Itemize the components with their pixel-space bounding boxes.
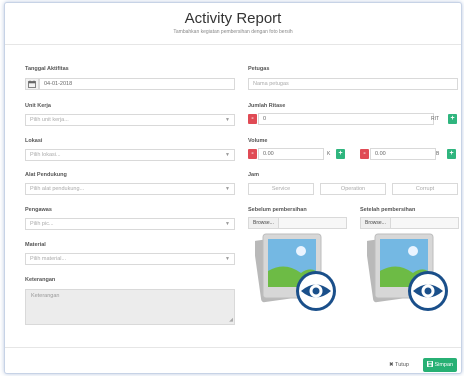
petugas-input[interactable]: Nama petugas [248,78,458,90]
setelah-label: Setelah pembersihan [360,207,416,213]
modal-footer: ✖ Tutup Simpan [5,347,461,375]
resize-handle-icon[interactable]: ◢ [229,317,233,323]
calendar-icon[interactable] [25,78,39,90]
chevron-down-icon: ▼ [225,221,230,227]
tanggal-label: Tanggal Aktifitas [25,66,69,72]
modal-title: Activity Report [184,10,282,27]
material-label: Material [25,242,46,248]
material-select[interactable]: Pilih material... ▼ [25,253,235,265]
ritase-input[interactable]: 0 [258,113,434,125]
volume-k-increment-button[interactable]: + [336,149,345,159]
unit-kerja-placeholder: Pilih unit kerja... [30,117,69,123]
chevron-down-icon: ▼ [225,152,230,158]
alat-select[interactable]: Pilih alat pendukung... ▼ [25,183,235,195]
save-label: Simpan [434,362,454,368]
setelah-file-input[interactable]: Browse... [360,217,459,229]
sebelum-browse-button[interactable]: Browse... [249,218,279,228]
volume-b-unit: B [436,151,440,157]
sebelum-file-input[interactable]: Browse... [248,217,347,229]
keterangan-label: Keterangan [25,277,56,283]
volume-label: Volume [248,138,268,144]
jam-corrupt-input[interactable]: Corrupt [392,183,458,195]
volume-b-input[interactable]: 0.00 [370,148,436,160]
lokasi-label: Lokasi [25,138,43,144]
image-preview-icon [367,233,448,311]
lokasi-select[interactable]: Pilih lokasi... ▼ [25,149,235,161]
image-preview-icon [255,233,336,311]
ritase-label: Jumlah Ritase [248,103,286,109]
volume-k-unit: K [327,151,331,157]
jam-label: Jam [248,172,260,178]
pengawas-select[interactable]: Pilih pic... ▼ [25,218,235,230]
volume-b-decrement-button[interactable]: - [360,149,369,159]
alat-label: Alat Pendukung [25,172,67,178]
alat-placeholder: Pilih alat pendukung... [30,186,85,192]
lokasi-placeholder: Pilih lokasi... [30,152,61,158]
ritase-unit: RIT [431,116,440,122]
jam-operation-input[interactable]: Operation [320,183,386,195]
volume-k-decrement-button[interactable]: - [248,149,257,159]
ritase-decrement-button[interactable]: - [248,114,257,124]
pengawas-placeholder: Pilih pic... [30,221,54,227]
pengawas-label: Pengawas [25,207,52,213]
petugas-label: Petugas [248,66,270,72]
setelah-browse-button[interactable]: Browse... [361,218,391,228]
chevron-down-icon: ▼ [225,186,230,192]
tanggal-input[interactable]: 04-01-2018 [39,78,235,90]
keterangan-textarea[interactable]: Keterangan ◢ [25,289,235,325]
unit-kerja-select[interactable]: Pilih unit kerja... ▼ [25,114,235,126]
save-button[interactable]: Simpan [423,358,457,372]
keterangan-placeholder: Keterangan [31,293,60,299]
modal-header: Activity Report Tambahkan kegiatan pembe… [5,3,461,45]
chevron-down-icon: ▼ [225,256,230,262]
volume-b-increment-button[interactable]: + [447,149,456,159]
unit-kerja-label: Unit Kerja [25,103,51,109]
modal-subtitle: Tambahkan kegiatan pembersihan dengan fo… [173,29,293,35]
save-icon [426,360,433,367]
sebelum-label: Sebelum pembersihan [248,207,307,213]
close-button[interactable]: ✖ Tutup [386,359,412,372]
material-placeholder: Pilih material... [30,256,67,262]
chevron-down-icon: ▼ [225,117,230,123]
activity-report-modal: Activity Report Tambahkan kegiatan pembe… [4,2,462,374]
ritase-increment-button[interactable]: + [448,114,457,124]
volume-k-input[interactable]: 0.00 [258,148,324,160]
jam-service-input[interactable]: Service [248,183,314,195]
